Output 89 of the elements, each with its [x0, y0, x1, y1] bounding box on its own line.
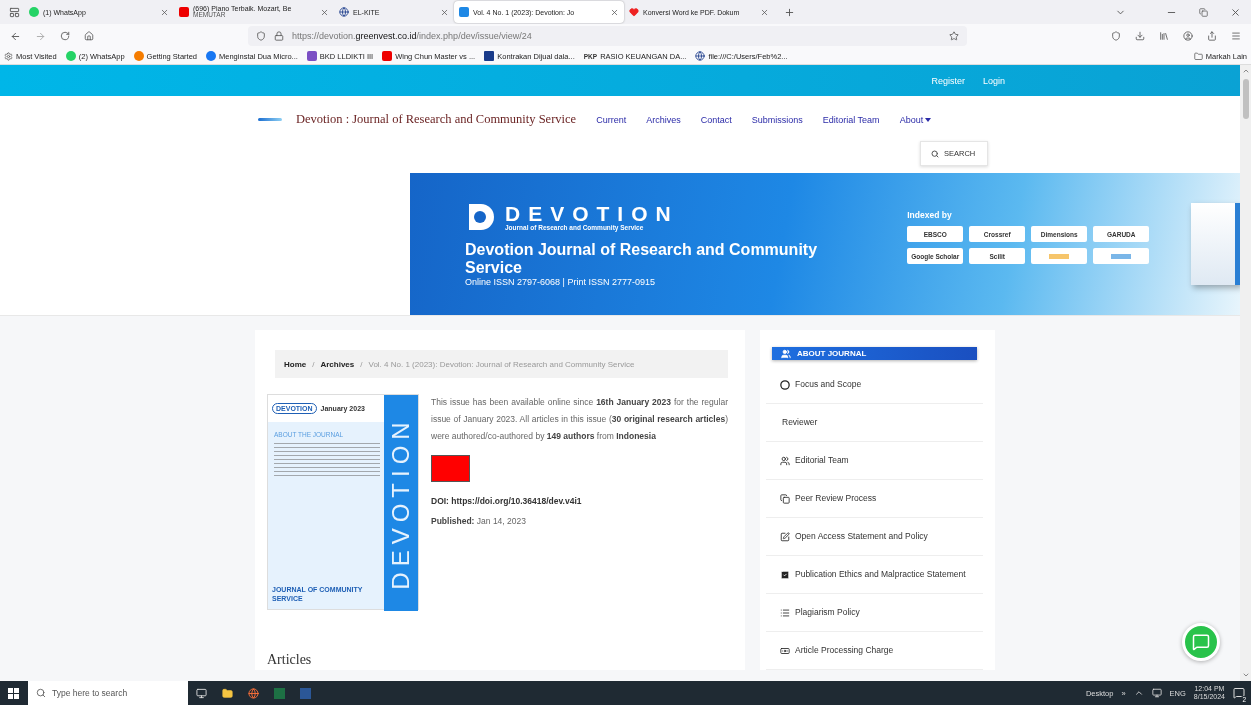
circle-icon [780, 379, 790, 390]
taskbar-search-field[interactable]: Type here to search [28, 681, 188, 705]
nav-link[interactable]: Submissions [751, 114, 803, 125]
nav-link[interactable]: Contact [700, 114, 732, 125]
sidebar-link[interactable]: Peer Review Process [766, 480, 983, 518]
search-placeholder: Type here to search [52, 688, 128, 698]
breadcrumb-link[interactable]: Archives [320, 359, 355, 369]
close-icon[interactable] [320, 7, 329, 17]
globe-icon [695, 51, 706, 61]
issn-text: Online ISSN 2797-6068 | Print ISSN 2777-0915 [465, 277, 656, 287]
sidebar-heading-text: ABOUT JOURNAL [797, 349, 867, 358]
indexed-heading: Indexed by [907, 210, 953, 220]
menu-icon[interactable] [1231, 31, 1241, 41]
users-icon [781, 348, 791, 359]
chat-button[interactable] [1182, 623, 1220, 661]
nav-link[interactable]: Current [596, 114, 627, 125]
edit-icon [780, 531, 790, 542]
flame-icon [133, 51, 144, 61]
heart-icon [629, 7, 639, 17]
pen-square-icon [780, 569, 790, 580]
index-logo-icon [1093, 248, 1150, 264]
money-icon [780, 645, 790, 656]
search-icon [931, 149, 939, 158]
play-icon [382, 51, 393, 61]
close-icon[interactable] [1230, 6, 1241, 18]
banner-logo-text: DEVOTION [505, 203, 679, 224]
sidebar-link[interactable]: Plagiarism Policy [766, 594, 983, 632]
scroll-down-icon[interactable] [1241, 671, 1250, 679]
index-logo-icon [1031, 248, 1088, 264]
chat-icon [29, 7, 39, 17]
breadcrumb-link[interactable]: Home [284, 359, 307, 369]
section-heading: Articles [267, 652, 313, 668]
folder-icon [1193, 51, 1203, 61]
circle-logo-icon [206, 51, 217, 61]
address-field[interactable]: https://devotion.greenvest.co.id/index.php/dev/issue/view/24 [248, 26, 967, 46]
cap-icon [306, 51, 317, 61]
settings-icon [4, 51, 13, 61]
nav-link[interactable]: About [899, 114, 932, 125]
breadcrumb-separator: / [312, 359, 315, 369]
share-icon[interactable] [1207, 31, 1217, 41]
close-icon[interactable] [760, 7, 769, 17]
forward-icon[interactable] [35, 30, 46, 42]
nav-link[interactable]: Archives [646, 114, 681, 125]
chat-icon [65, 51, 76, 61]
banner-title: Devotion Journal of Research and Community Service [465, 241, 819, 277]
notification-icon[interactable] [1233, 687, 1245, 699]
back-icon[interactable] [10, 30, 21, 42]
sidebar-link[interactable]: Reviewer [766, 404, 983, 442]
sidebar-link[interactable]: Editorial Team [766, 442, 983, 480]
account-icon[interactable] [1183, 31, 1193, 41]
close-icon[interactable] [440, 7, 449, 17]
list-icon [780, 607, 790, 618]
site-title[interactable]: Devotion : Journal of Research and Community Service [296, 112, 577, 127]
copy-icon [780, 493, 790, 504]
sidebar-link[interactable]: Publication Ethics and Malpractice Statement [766, 556, 983, 594]
nav-link[interactable]: Editorial Team [822, 114, 880, 125]
star-icon[interactable] [949, 31, 959, 41]
square-icon [484, 51, 495, 61]
scrollbar[interactable] [1240, 65, 1251, 681]
doi-text: DOI: https://doi.org/10.36418/dev.v4i1 [431, 496, 583, 506]
restore-icon[interactable] [1199, 7, 1208, 17]
sidebar-link[interactable]: Article Processing Charge [766, 632, 983, 670]
users-icon [780, 455, 790, 466]
breadcrumb-separator: / [360, 359, 363, 369]
reload-icon[interactable] [60, 31, 70, 41]
close-icon[interactable] [610, 7, 619, 17]
chevron-up-icon[interactable] [1133, 688, 1144, 698]
issue-description: This issue has been available online since 16th January 2023 for the regular issue of January 2023. All articles in this issue (30 original research articles) were authored/co-authored by 149 authors from Indonesia [431, 396, 728, 443]
home-icon[interactable] [84, 31, 94, 41]
lock-icon[interactable] [274, 31, 284, 41]
sidebar-link[interactable]: Focus and Scope [766, 366, 983, 404]
site-logo-icon [459, 7, 469, 17]
logo-bar-icon [258, 118, 282, 121]
cover-vertical-title: DEVOTION [387, 416, 415, 590]
network-icon[interactable] [1151, 688, 1162, 698]
play-icon [179, 7, 189, 17]
globe-icon [339, 7, 349, 17]
scroll-up-icon[interactable] [1241, 67, 1250, 75]
published-date: Published: Jan 14, 2023 [431, 516, 527, 526]
shield-icon[interactable] [256, 31, 266, 41]
flag-icon [431, 455, 470, 482]
new-tab-icon[interactable] [784, 6, 795, 18]
close-icon[interactable] [160, 7, 169, 17]
download-icon[interactable] [1135, 31, 1145, 41]
search-icon [36, 688, 46, 698]
url-text: https://devotion.greenvest.co.id/index.php/dev/issue/view/24 [292, 31, 532, 41]
chat-bubble-icon [1192, 633, 1210, 651]
library-icon[interactable] [1159, 31, 1169, 41]
sidebar-link[interactable]: Open Access Statement and Policy [766, 518, 983, 556]
